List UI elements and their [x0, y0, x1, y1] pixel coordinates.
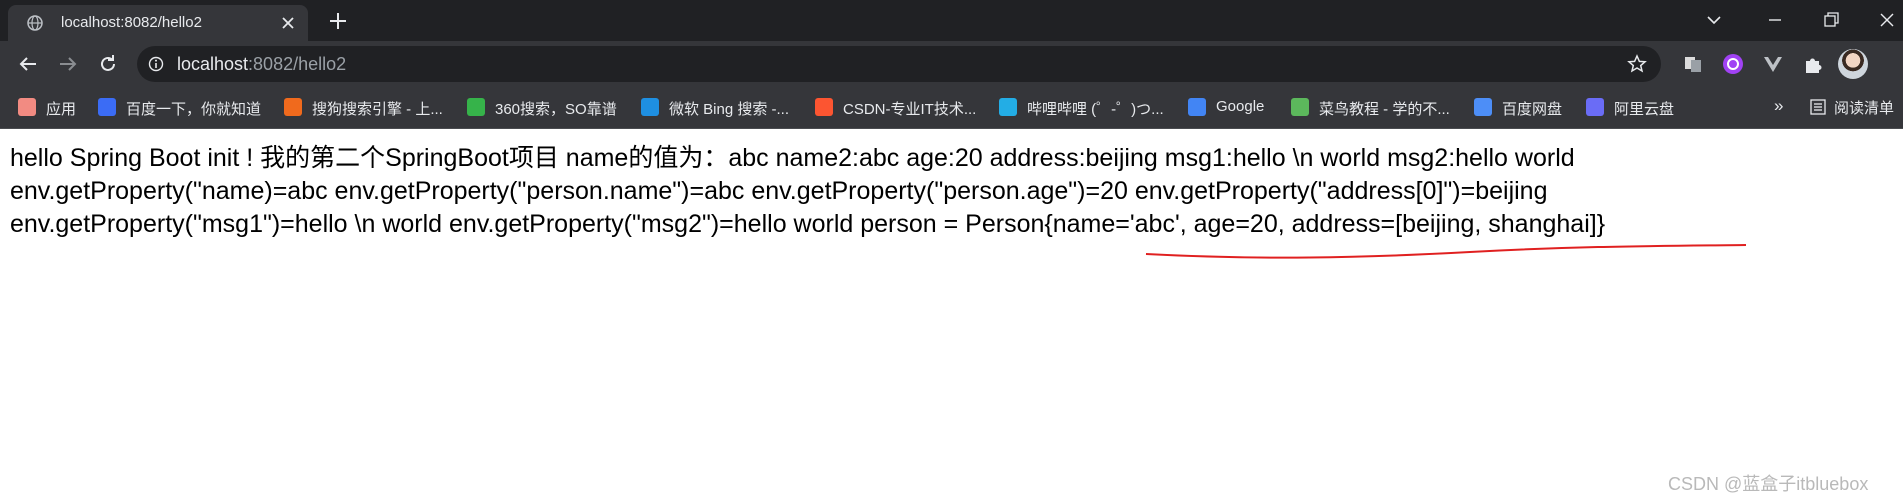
url-host: localhost — [177, 54, 249, 74]
url-path: :8082/hello2 — [248, 54, 347, 74]
bookmark-label: 应用 — [46, 101, 77, 118]
bookmark-label: 阿里云盘 — [1614, 101, 1675, 118]
forward-arrow-icon[interactable] — [56, 52, 80, 76]
reading-list-label: 阅读清单 — [1834, 100, 1895, 117]
bookmark-star-icon[interactable] — [1627, 54, 1647, 74]
output-line: env.getProperty("msg1")=hello \n world e… — [10, 210, 1606, 238]
address-bar[interactable]: localhost:8082/hello2 — [137, 46, 1661, 82]
translate-extension-icon[interactable] — [1682, 53, 1704, 75]
output-line: env.getProperty("name)=abc env.getProper… — [10, 177, 1548, 205]
extension-purple-icon[interactable] — [1722, 53, 1744, 75]
csdn-icon — [815, 98, 833, 116]
site-info-icon[interactable] — [148, 56, 164, 72]
bookmark-label: 百度一下，你就知道 — [126, 101, 262, 118]
runoob-icon — [1291, 98, 1309, 116]
360-search-icon — [467, 98, 485, 116]
globe-icon — [27, 15, 43, 31]
tab-title: localhost:8082/hello2 — [61, 14, 202, 31]
extensions-puzzle-icon[interactable] — [1802, 53, 1824, 75]
new-tab-icon[interactable] — [326, 9, 350, 33]
bookmark-label: 百度网盘 — [1502, 101, 1563, 118]
google-icon — [1188, 98, 1206, 116]
bookmark-label: 微软 Bing 搜索 -... — [669, 101, 790, 118]
output-line: hello Spring Boot init ! 我的第二个SpringBoot… — [10, 144, 1575, 172]
bilibili-icon — [999, 98, 1017, 116]
tab-search-chevron-icon[interactable] — [1702, 8, 1726, 32]
watermark: CSDN @蓝盒子itbluebox — [1668, 474, 1869, 494]
close-window-icon[interactable] — [1875, 8, 1899, 32]
back-arrow-icon[interactable] — [16, 52, 40, 76]
browser-tab[interactable]: localhost:8082/hello2 — [8, 5, 308, 41]
vue-devtools-icon[interactable] — [1762, 53, 1784, 75]
bookmarks-bar: 应用 百度一下，你就知道 搜狗搜索引擎 - 上... 360搜索，SO靠谱 微软… — [0, 87, 1903, 129]
reading-list-icon — [1810, 99, 1826, 115]
baidu-icon — [98, 98, 116, 116]
red-underline-annotation — [1145, 244, 1747, 259]
profile-avatar[interactable] — [1838, 49, 1868, 79]
reading-list-button[interactable]: 阅读清单 — [1810, 97, 1894, 118]
baidu-netdisk-icon — [1474, 98, 1492, 116]
bookmarks-overflow-button[interactable]: » — [1774, 96, 1783, 116]
bing-icon — [641, 98, 659, 116]
apps-grid-icon — [18, 98, 36, 116]
bookmark-label: 菜鸟教程 - 学的不... — [1319, 101, 1450, 118]
bookmark-label: Google — [1216, 98, 1265, 115]
aliyun-drive-icon — [1586, 98, 1604, 116]
bookmark-label: 搜狗搜索引擎 - 上... — [312, 101, 443, 118]
close-tab-icon[interactable] — [278, 13, 298, 33]
tab-strip: localhost:8082/hello2 — [0, 0, 1903, 41]
address-url: localhost:8082/hello2 — [177, 54, 346, 75]
bookmark-label: 360搜索，SO靠谱 — [495, 101, 617, 118]
page-body: hello Spring Boot init ! 我的第二个SpringBoot… — [10, 142, 1890, 241]
browser-toolbar: localhost:8082/hello2 — [0, 41, 1903, 87]
sogou-icon — [284, 98, 302, 116]
restore-icon[interactable] — [1819, 8, 1843, 32]
minimize-icon[interactable] — [1763, 8, 1787, 32]
reload-icon[interactable] — [96, 52, 120, 76]
bookmark-label: 哔哩哔哩 (゜-゜)つ... — [1027, 101, 1164, 118]
bookmark-label: CSDN-专业IT技术... — [843, 101, 977, 118]
